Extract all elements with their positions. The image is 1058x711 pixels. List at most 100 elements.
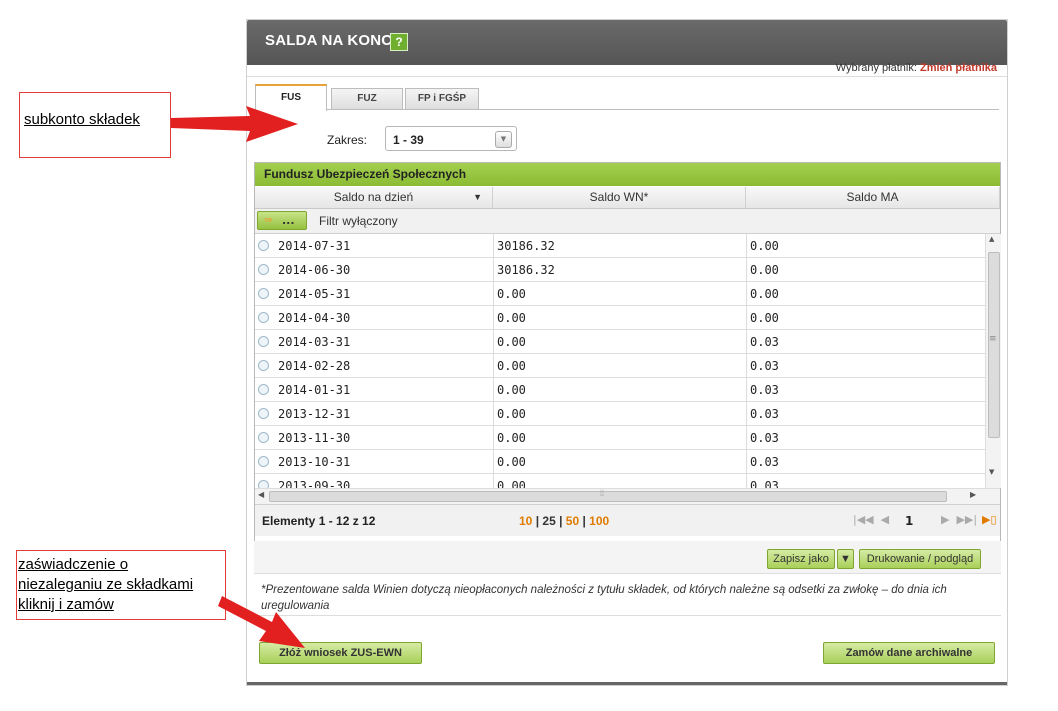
cell-date: 2014-07-31: [278, 239, 351, 253]
zakres-label: Zakres:: [327, 133, 368, 147]
tab-fp-fgsp[interactable]: FP i FGŚP: [405, 88, 479, 109]
page-end-icon[interactable]: ▶▯: [982, 513, 997, 526]
next-last-page-icon[interactable]: ▶ ▶▶|: [941, 513, 977, 526]
column-divider: [493, 234, 494, 488]
cell-date: 2013-09-30: [278, 479, 351, 488]
cell-date: 2014-06-30: [278, 263, 351, 277]
table-row[interactable]: 2013-12-31 0.00 0.03: [255, 402, 985, 426]
chevron-down-icon[interactable]: ▼: [495, 131, 512, 148]
cell-ma: 0.03: [750, 455, 779, 469]
cell-ma: 0.03: [750, 479, 779, 488]
filter-row: ⇛ ... Filtr wyłączony: [255, 209, 1000, 234]
divider: [254, 615, 1001, 616]
zakres-value: 1 - 39: [393, 133, 424, 147]
sort-desc-icon[interactable]: ▼: [473, 187, 482, 208]
first-prev-page-icon[interactable]: |◀◀ ◀: [853, 513, 889, 526]
save-as-button[interactable]: Zapisz jako: [767, 549, 835, 569]
row-radio[interactable]: [258, 408, 269, 419]
table-row[interactable]: 2014-01-31 0.00 0.03: [255, 378, 985, 402]
scroll-thumb[interactable]: [988, 252, 1000, 438]
cell-date: 2013-11-30: [278, 431, 351, 445]
column-divider: [746, 234, 747, 488]
page-size-option[interactable]: 25: [542, 514, 555, 528]
help-icon[interactable]: ?: [390, 33, 408, 51]
cell-wn: 30186.32: [497, 239, 555, 253]
row-radio[interactable]: [258, 432, 269, 443]
annotation-text: kliknij i zamów: [18, 596, 114, 613]
grid-title: Fundusz Ubezpieczeń Społecznych: [255, 163, 1000, 186]
items-count: Elementy 1 - 12 z 12: [262, 514, 376, 528]
zakres-select[interactable]: 1 - 39 ▼: [385, 126, 517, 151]
column-header-date[interactable]: Saldo na dzień ▼: [255, 187, 493, 209]
chevron-down-icon[interactable]: ▼: [837, 549, 854, 569]
cell-wn: 0.00: [497, 479, 526, 488]
tab-fus[interactable]: FUS: [255, 84, 327, 111]
table-row[interactable]: 2013-09-30 0.00 0.03: [255, 474, 985, 488]
row-radio[interactable]: [258, 312, 269, 323]
grip-icon: ⦙⦙: [600, 489, 605, 499]
cell-wn: 0.00: [497, 431, 526, 445]
panel-title: SALDA NA KONCIE: [265, 32, 407, 49]
row-radio[interactable]: [258, 480, 269, 488]
current-page: 1: [905, 514, 914, 528]
table-row[interactable]: 2013-10-31 0.00 0.03: [255, 450, 985, 474]
cell-ma: 0.03: [750, 359, 779, 373]
page-size-option[interactable]: 10: [519, 514, 532, 528]
balance-grid: Fundusz Ubezpieczeń Społecznych Saldo na…: [254, 162, 1001, 555]
print-preview-button[interactable]: Drukowanie / podgląd: [859, 549, 981, 569]
cell-wn: 0.00: [497, 359, 526, 373]
scroll-down-icon[interactable]: ▼: [989, 468, 994, 476]
table-row[interactable]: 2014-05-31 0.00 0.00: [255, 282, 985, 306]
cell-wn: 0.00: [497, 287, 526, 301]
filter-status: Filtr wyłączony: [319, 214, 398, 228]
cell-wn: 30186.32: [497, 263, 555, 277]
table-row[interactable]: 2014-03-31 0.00 0.03: [255, 330, 985, 354]
scroll-left-icon[interactable]: ◀: [258, 490, 264, 499]
cell-ma: 0.03: [750, 335, 779, 349]
cell-wn: 0.00: [497, 455, 526, 469]
annotation-subaccount: subkonto składek: [19, 92, 171, 158]
row-radio[interactable]: [258, 336, 269, 347]
annotation-text: niezaleganiu ze składkami: [18, 576, 194, 593]
tab-fuz[interactable]: FUZ: [331, 88, 403, 109]
cell-ma: 0.00: [750, 287, 779, 301]
column-header-ma[interactable]: Saldo MA: [746, 187, 1000, 209]
column-header-wn[interactable]: Saldo WN*: [493, 187, 746, 209]
horizontal-scrollbar[interactable]: ◀ ⦙⦙ ▶: [255, 488, 1000, 504]
page-size-option[interactable]: 50: [566, 514, 579, 528]
table-row[interactable]: 2013-11-30 0.00 0.03: [255, 426, 985, 450]
row-radio[interactable]: [258, 360, 269, 371]
order-archive-button[interactable]: Zamów dane archiwalne: [823, 642, 995, 664]
vertical-scrollbar[interactable]: ▲ ≡ ▼: [985, 234, 1001, 488]
cell-date: 2014-05-31: [278, 287, 351, 301]
change-payer-link[interactable]: Zmień płatnika: [920, 62, 997, 74]
row-radio[interactable]: [258, 264, 269, 275]
cell-wn: 0.00: [497, 383, 526, 397]
table-row[interactable]: 2014-02-28 0.00 0.03: [255, 354, 985, 378]
cell-ma: 0.00: [750, 239, 779, 253]
cell-date: 2014-02-28: [278, 359, 351, 373]
table-row[interactable]: 2014-04-30 0.00 0.00: [255, 306, 985, 330]
scroll-up-icon[interactable]: ▲: [989, 235, 994, 243]
cell-ma: 0.03: [750, 431, 779, 445]
annotation-certificate: zaświadczenie o niezaleganiu ze składkam…: [16, 550, 226, 620]
row-radio[interactable]: [258, 240, 269, 251]
row-radio[interactable]: [258, 456, 269, 467]
panel-footer: [247, 682, 1007, 685]
payer-label: Wybrany płatnik:: [835, 62, 917, 74]
annotation-text: subkonto składek: [24, 111, 140, 128]
table-row[interactable]: 2014-07-31 30186.32 0.00: [255, 234, 985, 258]
row-radio[interactable]: [258, 384, 269, 395]
scroll-thumb[interactable]: [269, 491, 947, 502]
column-header-label: Saldo na dzień: [333, 190, 414, 204]
submit-zus-ewn-button[interactable]: Złóż wniosek ZUS-EWN: [259, 642, 422, 664]
payer-info: Wybrany płatnik: Zmień płatnika: [836, 62, 997, 74]
page-size-option[interactable]: 100: [589, 514, 609, 528]
cell-wn: 0.00: [497, 407, 526, 421]
filter-button[interactable]: ⇛ ...: [257, 211, 307, 230]
scroll-right-icon[interactable]: ▶: [970, 490, 976, 499]
cell-wn: 0.00: [497, 335, 526, 349]
row-radio[interactable]: [258, 288, 269, 299]
table-row[interactable]: 2014-06-30 30186.32 0.00: [255, 258, 985, 282]
cell-date: 2014-04-30: [278, 311, 351, 325]
